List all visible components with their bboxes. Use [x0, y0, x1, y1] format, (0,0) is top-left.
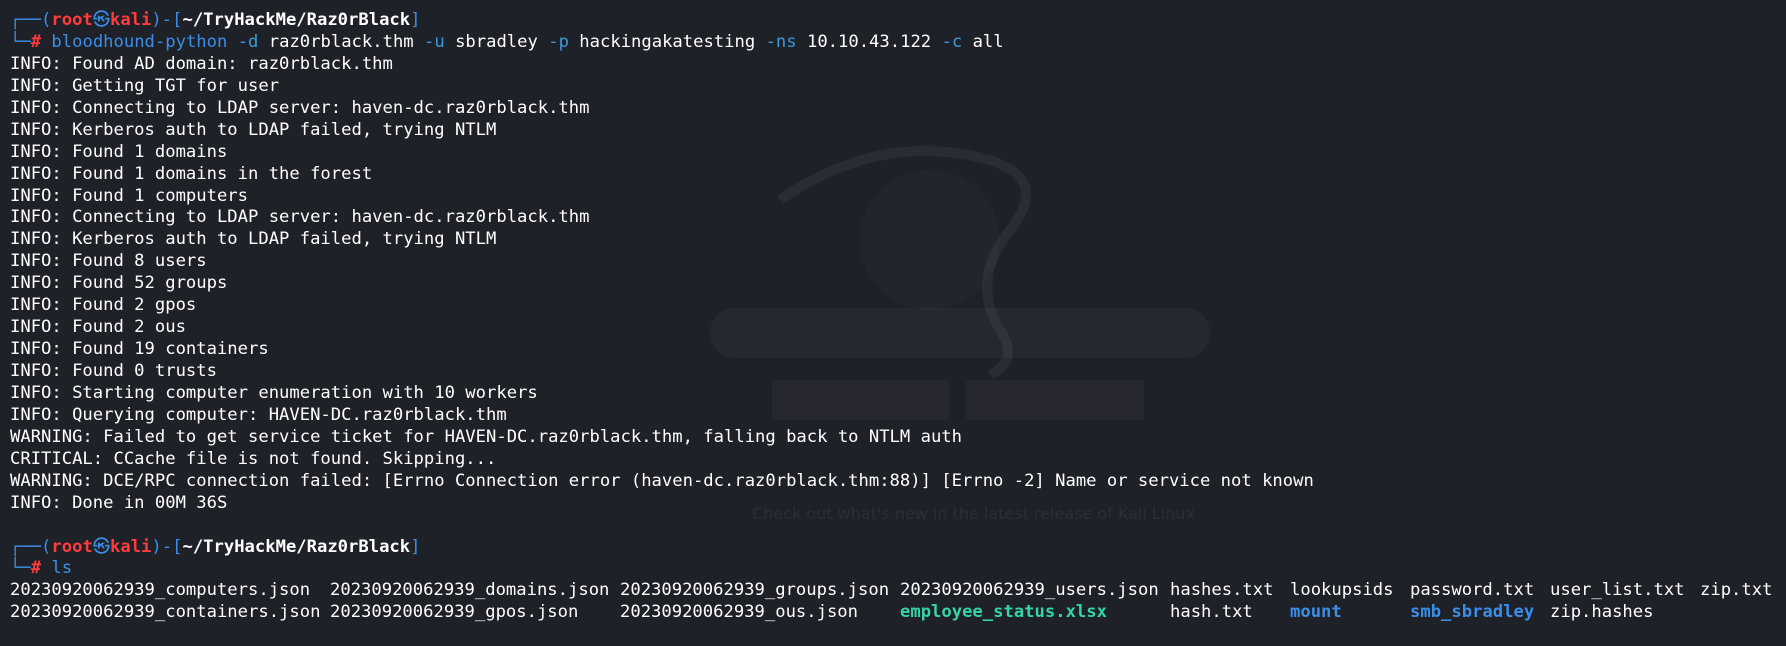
- output-line: INFO: Found 19 containers: [10, 339, 269, 360]
- output-line: CRITICAL: CCache file is not found. Skip…: [10, 448, 497, 469]
- output-line: INFO: Found AD domain: raz0rblack.thm: [10, 53, 393, 74]
- output-line: INFO: Found 1 domains: [10, 141, 228, 162]
- output-line: INFO: Found 1 computers: [10, 185, 248, 206]
- directory-entry: mount: [1290, 602, 1342, 623]
- prompt-line-top: ┌──(root㉿kali)-[~/TryHackMe/Raz0rBlack]: [10, 536, 421, 557]
- output-line: INFO: Found 1 domains in the forest: [10, 163, 373, 184]
- output-line: INFO: Found 2 ous: [10, 317, 186, 338]
- output-line: INFO: Done in 00M 36S: [10, 492, 228, 513]
- file-entry: 20230920062939_users.json: [900, 580, 1159, 601]
- output-line: INFO: Kerberos auth to LDAP failed, tryi…: [10, 229, 497, 250]
- terminal-output: ┌──(root㉿kali)-[~/TryHackMe/Raz0rBlack] …: [0, 10, 1786, 624]
- output-line: INFO: Found 8 users: [10, 251, 207, 272]
- command-line-1[interactable]: └─# bloodhound-python -d raz0rblack.thm …: [0, 32, 1786, 54]
- file-entry: 20230920062939_containers.json: [10, 602, 321, 623]
- output-line: WARNING: DCE/RPC connection failed: [Err…: [10, 470, 1314, 491]
- file-entry-exec: employee_status.xlsx: [900, 602, 1107, 623]
- file-entry: lookupsids: [1290, 580, 1394, 601]
- command-line-2[interactable]: └─# ls: [0, 558, 1786, 580]
- output-line: INFO: Found 52 groups: [10, 273, 228, 294]
- file-entry: 20230920062939_computers.json: [10, 580, 311, 601]
- output-line: INFO: Connecting to LDAP server: haven-d…: [10, 97, 590, 118]
- file-entry: password.txt: [1410, 580, 1535, 601]
- file-entry: 20230920062939_ous.json: [620, 602, 858, 623]
- output-line: INFO: Found 0 trusts: [10, 361, 217, 381]
- ls-row-2: 20230920062939_containers.json 202309200…: [0, 602, 1786, 624]
- file-entry: 20230920062939_domains.json: [330, 580, 610, 601]
- file-entry: zip.hashes: [1550, 602, 1654, 623]
- terminal-window[interactable]: Check out what's new in the latest relea…: [0, 0, 1786, 646]
- file-entry: 20230920062939_gpos.json: [330, 602, 579, 623]
- output-line: INFO: Querying computer: HAVEN-DC.raz0rb…: [10, 404, 507, 425]
- file-entry: user_list.txt: [1550, 580, 1685, 601]
- output-line: WARNING: Failed to get service ticket fo…: [10, 426, 962, 447]
- file-entry: [1700, 602, 1780, 624]
- file-entry: hashes.txt: [1170, 580, 1274, 601]
- command-program: bloodhound-python: [51, 31, 228, 52]
- ls-row-1: 20230920062939_computers.json 2023092006…: [0, 580, 1786, 602]
- directory-entry: smb_sbradley: [1410, 602, 1535, 623]
- command-ls: ls: [51, 558, 73, 579]
- output-line: INFO: Connecting to LDAP server: haven-d…: [10, 207, 590, 228]
- prompt-line-top: ┌──(root㉿kali)-[~/TryHackMe/Raz0rBlack]: [10, 10, 421, 30]
- file-entry: zip.txt: [1700, 580, 1773, 601]
- output-line: INFO: Kerberos auth to LDAP failed, tryi…: [10, 119, 497, 140]
- output-line: INFO: Getting TGT for user: [10, 75, 280, 96]
- file-entry: hash.txt: [1170, 602, 1253, 623]
- file-entry: 20230920062939_groups.json: [620, 580, 890, 601]
- output-line: INFO: Found 2 gpos: [10, 295, 197, 316]
- output-line: INFO: Starting computer enumeration with…: [10, 382, 538, 403]
